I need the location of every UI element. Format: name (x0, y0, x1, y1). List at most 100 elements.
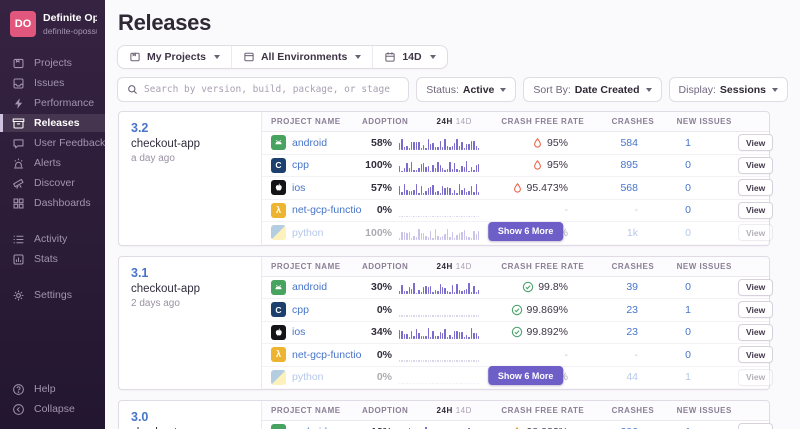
app-root: DO Definite Opossu… definite-opossum@… P… (0, 0, 800, 429)
view-button[interactable]: View (738, 423, 773, 429)
project-link[interactable]: android (292, 281, 327, 293)
new-issues-link[interactable]: 0 (685, 281, 691, 293)
crash-free-rate-value: 95.473% (527, 182, 568, 194)
search-input[interactable]: Search by version, build, package, or st… (117, 77, 409, 102)
project-link[interactable]: cpp (292, 304, 309, 316)
view-button[interactable]: View (738, 279, 773, 296)
sidebar-item-projects[interactable]: Projects (0, 54, 105, 72)
range-toggle[interactable]: 24H14D (408, 117, 500, 126)
col-crash-free-rate: CRASH FREE RATE (500, 117, 588, 126)
project-link[interactable]: cpp (292, 159, 309, 171)
date-range-filter[interactable]: 14D (372, 46, 446, 68)
adoption-value: 58% (362, 137, 392, 149)
project-link[interactable]: android (292, 137, 327, 149)
sidebar-item-alerts[interactable]: Alerts (0, 154, 105, 172)
project-link[interactable]: ios (292, 182, 305, 194)
activity-icon (12, 233, 25, 246)
range-14d[interactable]: 14D (456, 262, 472, 271)
platform-cpp-icon: C (271, 302, 286, 317)
project-link[interactable]: net-gcp-function (292, 349, 362, 361)
project-link[interactable]: net-gcp-function (292, 204, 362, 216)
dropdown-value: Date Created (575, 84, 640, 96)
range-14d[interactable]: 14D (456, 117, 472, 126)
crashes-link[interactable]: 568 (620, 182, 638, 194)
sidebar-item-user-feedback[interactable]: User Feedback (0, 134, 105, 152)
view-button[interactable]: View (738, 202, 773, 219)
adoption-sparkline (392, 203, 484, 217)
range-14d[interactable]: 14D (456, 406, 472, 415)
new-issues-link[interactable]: 0 (685, 326, 691, 338)
user-feedback-icon (12, 137, 25, 150)
crashes-cell: 23 (572, 326, 638, 338)
release-version-link[interactable]: 3.1 (131, 266, 249, 280)
sidebar-item-settings[interactable]: Settings (0, 286, 105, 304)
release-version-link[interactable]: 3.2 (131, 121, 249, 135)
range-24h[interactable]: 24H (437, 262, 453, 271)
release-version-link[interactable]: 3.0 (131, 410, 249, 424)
new-issues-link[interactable]: 1 (685, 371, 691, 383)
view-button[interactable]: View (738, 324, 773, 341)
sidebar-item-stats[interactable]: Stats (0, 250, 105, 268)
org-switcher[interactable]: DO Definite Opossu… definite-opossum@… (0, 0, 105, 49)
discover-icon (12, 177, 25, 190)
status-dropdown[interactable]: Status:Active (416, 77, 516, 102)
new-issues-link[interactable]: 1 (685, 137, 691, 149)
sidebar-item-issues[interactable]: Issues (0, 74, 105, 92)
platform-android-icon (271, 280, 286, 295)
crash-free-rate-cell: 99.8% (484, 281, 572, 293)
new-issues-link[interactable]: 0 (685, 227, 691, 239)
sort-by-dropdown[interactable]: Sort By:Date Created (523, 77, 661, 102)
crashes-link[interactable]: 895 (620, 159, 638, 171)
org-avatar: DO (10, 11, 36, 37)
project-link[interactable]: python (292, 227, 324, 239)
sidebar-item-collapse[interactable]: Collapse (0, 400, 105, 418)
environment-filter[interactable]: All Environments (231, 46, 372, 68)
crashes-link[interactable]: 23 (626, 326, 638, 338)
display-dropdown[interactable]: Display:Sessions (669, 77, 788, 102)
view-button[interactable]: View (738, 369, 773, 386)
view-button[interactable]: View (738, 157, 773, 174)
crashes-link[interactable]: 584 (620, 137, 638, 149)
sidebar-item-dashboards[interactable]: Dashboards (0, 194, 105, 212)
sidebar-item-discover[interactable]: Discover (0, 174, 105, 192)
sidebar-item-help[interactable]: Help (0, 380, 105, 398)
col-project-name: PROJECT NAME (262, 406, 362, 415)
crashes-link[interactable]: 44 (626, 371, 638, 383)
crashes-link[interactable]: 39 (626, 281, 638, 293)
range-24h[interactable]: 24H (437, 117, 453, 126)
range-24h[interactable]: 24H (437, 406, 453, 415)
crashes-cell: 23 (572, 304, 638, 316)
crashes-link[interactable]: 23 (626, 304, 638, 316)
adoption-sparkline (392, 370, 484, 384)
view-button[interactable]: View (738, 346, 773, 363)
view-button[interactable]: View (738, 134, 773, 151)
new-issues-link[interactable]: 0 (685, 204, 691, 216)
sidebar-item-activity[interactable]: Activity (0, 230, 105, 248)
project-filter[interactable]: My Projects (118, 46, 231, 68)
help-icon (12, 383, 25, 396)
view-button[interactable]: View (738, 301, 773, 318)
new-issues-cell: 0 (638, 349, 738, 361)
new-issues-link[interactable]: 0 (685, 349, 691, 361)
show-more-button[interactable]: Show 6 More (488, 366, 564, 385)
status-flame-icon (532, 137, 543, 149)
project-row-cpp: Ccpp100%95%8950View (262, 155, 769, 178)
sidebar-item-releases[interactable]: Releases (0, 114, 105, 132)
new-issues-link[interactable]: 0 (685, 159, 691, 171)
project-link[interactable]: ios (292, 326, 305, 338)
platform-ios-icon (271, 180, 286, 195)
crashes-link[interactable]: 1k (627, 227, 638, 239)
crashes-cell: 895 (572, 159, 638, 171)
show-more-button[interactable]: Show 6 More (488, 222, 564, 241)
view-button[interactable]: View (738, 224, 773, 241)
range-toggle[interactable]: 24H14D (408, 262, 500, 271)
range-toggle[interactable]: 24H14D (408, 406, 500, 415)
sidebar-item-performance[interactable]: Performance (0, 94, 105, 112)
project-link[interactable]: python (292, 371, 324, 383)
new-issues-link[interactable]: 1 (685, 304, 691, 316)
crash-free-rate-cell: 99.869% (484, 304, 572, 316)
search-icon (127, 84, 138, 95)
view-button[interactable]: View (738, 179, 773, 196)
col-crashes: CRASHES (588, 262, 654, 271)
new-issues-link[interactable]: 0 (685, 182, 691, 194)
